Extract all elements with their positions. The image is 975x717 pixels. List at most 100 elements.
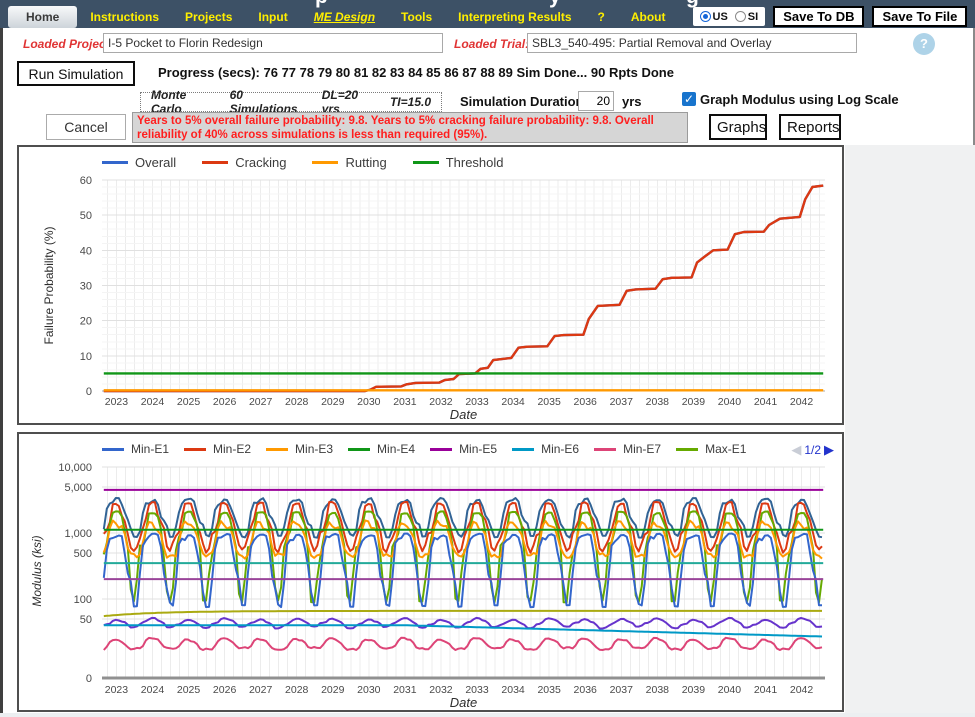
svg-text:2029: 2029	[321, 396, 345, 408]
svg-text:2025: 2025	[177, 684, 201, 696]
legend-swatch	[512, 447, 535, 451]
svg-text:2031: 2031	[393, 396, 417, 408]
save-to-file-button[interactable]: Save To File	[872, 6, 968, 27]
legend-item-cracking: Cracking	[202, 155, 286, 170]
nav-tab-input[interactable]: Input	[245, 6, 300, 28]
legend-swatch	[102, 447, 124, 451]
svg-text:2034: 2034	[501, 396, 525, 408]
svg-text:500: 500	[74, 548, 92, 560]
legend-item-min-e1: Min-E1	[102, 442, 169, 456]
legend-swatch	[312, 161, 339, 164]
svg-text:2028: 2028	[285, 684, 309, 696]
svg-text:10,000: 10,000	[58, 462, 92, 474]
legend-item-min-e5: Min-E5	[430, 442, 497, 456]
legend-label: Rutting	[345, 155, 387, 170]
modulus-chart-panel: Min-E1 Min-E2 Min-E3 Min-E4 Min-E5 Min-E6 Min-…	[17, 432, 844, 712]
run-simulation-button[interactable]: Run Simulation	[17, 61, 135, 86]
units-radio-us[interactable]: US	[699, 10, 728, 23]
legend-page-indicator: 1/2	[804, 443, 821, 457]
legend-item-min-e3: Min-E3	[266, 442, 333, 456]
simulation-duration-input[interactable]	[578, 91, 614, 111]
legend-label: Max-E1	[705, 442, 747, 456]
legend-swatch	[430, 447, 453, 451]
legend-swatch	[676, 447, 699, 451]
svg-text:2023: 2023	[105, 396, 129, 408]
modulus-chart-legend: Min-E1 Min-E2 Min-E3 Min-E4 Min-E5 Min-E6 Min-…	[102, 442, 761, 456]
legend-item-min-e6: Min-E6	[512, 442, 579, 456]
reports-button[interactable]: Reports	[779, 114, 841, 140]
nav-tab-projects[interactable]: Projects	[172, 6, 245, 28]
chart-margin-background	[845, 145, 975, 713]
warning-message: Years to 5% overall failure probability:…	[132, 112, 688, 143]
radio-icon	[699, 11, 711, 22]
legend-prev-icon[interactable]: ◀	[791, 442, 801, 458]
radio-label: SI	[747, 10, 759, 23]
legend-swatch	[102, 161, 128, 164]
graphs-button[interactable]: Graphs	[709, 114, 767, 140]
legend-next-icon[interactable]: ▶	[824, 442, 834, 458]
svg-text:5,000: 5,000	[64, 482, 92, 494]
svg-text:2039: 2039	[682, 684, 706, 696]
nav-tab--[interactable]: ?	[585, 6, 618, 28]
svg-text:Failure Probability (%): Failure Probability (%)	[42, 226, 56, 344]
svg-text:2026: 2026	[213, 396, 237, 408]
svg-text:2039: 2039	[682, 396, 706, 408]
svg-text:2027: 2027	[249, 396, 273, 408]
monte-carlo-info: Monte Carlo 60 Simulations DL=20 yrs TI=…	[140, 88, 442, 116]
svg-text:Modulus (ksi): Modulus (ksi)	[30, 535, 44, 606]
nav-tab-me-design[interactable]: ME Design	[301, 6, 388, 28]
log-scale-checkbox[interactable]: ✓	[682, 92, 696, 106]
svg-text:1,000: 1,000	[64, 528, 92, 540]
legend-swatch	[412, 161, 439, 164]
svg-text:2023: 2023	[105, 684, 129, 696]
legend-swatch	[594, 447, 617, 451]
radio-icon	[734, 11, 746, 22]
svg-text:2024: 2024	[141, 396, 165, 408]
nav-tab-instructions[interactable]: Instructions	[77, 6, 172, 28]
radio-label: US	[712, 10, 728, 23]
svg-text:2042: 2042	[790, 684, 814, 696]
app-window: p y g HomeInstructionsProjectsInputME De…	[0, 0, 975, 717]
legend-item-min-e2: Min-E2	[184, 442, 251, 456]
legend-swatch	[348, 447, 371, 451]
nav-tab-about[interactable]: About	[618, 6, 679, 28]
legend-item-threshold: Threshold	[412, 155, 504, 170]
nav-tab-home[interactable]: Home	[8, 5, 78, 28]
svg-text:0: 0	[86, 673, 92, 685]
legend-item-overall: Overall	[102, 155, 176, 170]
svg-text:2038: 2038	[646, 684, 670, 696]
help-icon[interactable]: ?	[913, 33, 935, 55]
svg-text:2029: 2029	[321, 684, 345, 696]
nav-tab-tools[interactable]: Tools	[388, 6, 445, 28]
svg-text:2034: 2034	[501, 684, 525, 696]
legend-swatch	[184, 447, 207, 451]
svg-text:2026: 2026	[213, 684, 237, 696]
svg-text:2037: 2037	[610, 684, 634, 696]
legend-label: Min-E5	[459, 442, 498, 456]
svg-text:2025: 2025	[177, 396, 201, 408]
top-navbar: p y g HomeInstructionsProjectsInputME De…	[0, 0, 975, 28]
legend-label: Cracking	[235, 155, 287, 170]
loaded-project-label: Loaded Project:	[23, 37, 114, 51]
svg-text:2030: 2030	[357, 396, 381, 408]
legend-item-min-e4: Min-E4	[348, 442, 415, 456]
legend-label: Min-E3	[295, 442, 334, 456]
svg-text:20: 20	[80, 316, 92, 328]
svg-text:2042: 2042	[790, 396, 814, 408]
modulus-chart: 10,0005,0001,0005001005002023 2024 2025 202…	[30, 462, 825, 710]
save-to-db-button[interactable]: Save To DB	[773, 6, 865, 27]
units-radio-si[interactable]: SI	[734, 10, 759, 23]
svg-text:2038: 2038	[646, 396, 670, 408]
svg-text:Date: Date	[450, 695, 477, 710]
svg-text:10: 10	[80, 351, 92, 363]
loaded-trial-input[interactable]	[527, 33, 857, 53]
loaded-project-input[interactable]	[103, 33, 443, 53]
nav-tab-interpreting-results[interactable]: Interpreting Results	[445, 6, 584, 28]
cancel-button[interactable]: Cancel	[46, 114, 126, 140]
nav-tabs: Home Instructions Projects Input ME Design To…	[0, 5, 975, 28]
svg-text:30: 30	[80, 281, 92, 293]
svg-text:2041: 2041	[754, 684, 778, 696]
svg-text:2031: 2031	[393, 684, 417, 696]
svg-text:60: 60	[80, 175, 92, 187]
svg-text:100: 100	[74, 594, 92, 606]
